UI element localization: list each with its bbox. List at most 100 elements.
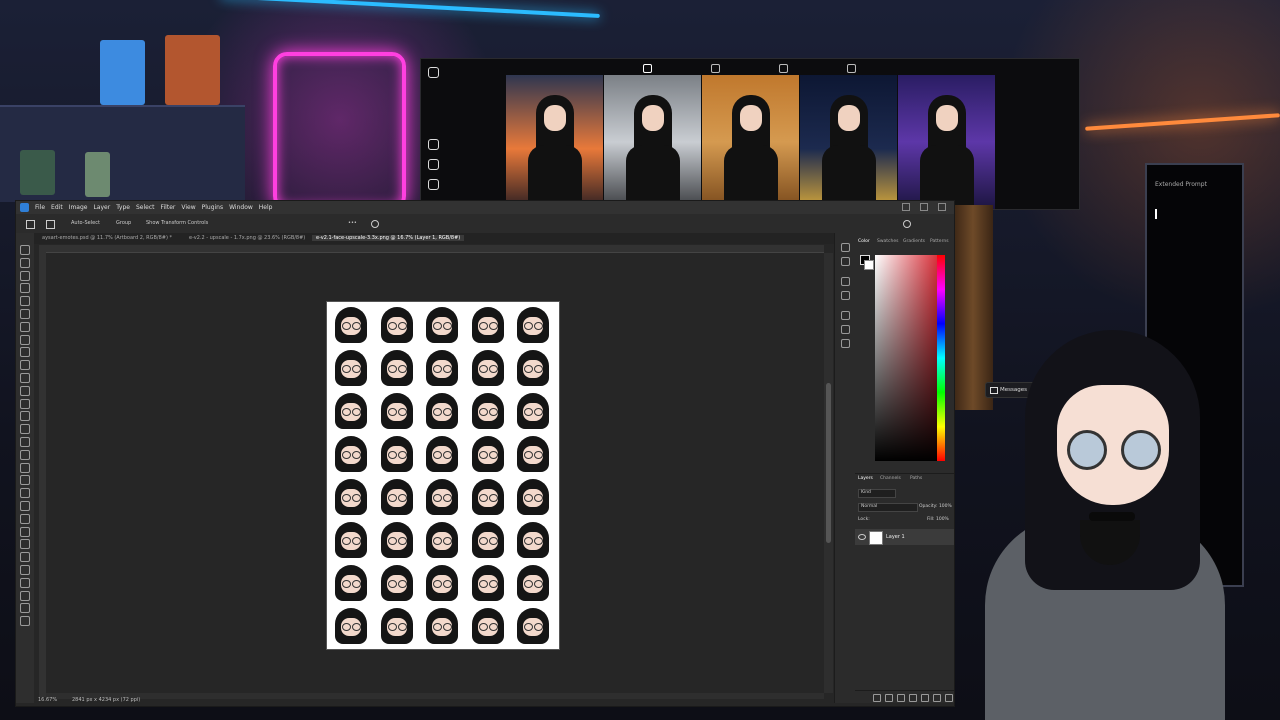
scroll-thumb[interactable] — [826, 383, 831, 543]
tool-icon[interactable] — [20, 552, 30, 563]
tool-icon[interactable] — [20, 309, 30, 319]
document-tab[interactable]: e-v2.2 - upscale - 1.7x.png @ 23.6% (RGB… — [189, 235, 305, 241]
fill-value[interactable]: 100% — [936, 517, 949, 522]
hue-slider[interactable] — [937, 255, 945, 461]
tool-icon[interactable] — [20, 539, 30, 550]
post-thumbnail[interactable] — [702, 75, 799, 209]
tool-icon[interactable] — [20, 424, 30, 435]
tool-icon[interactable] — [20, 590, 30, 601]
post-thumbnail[interactable] — [506, 75, 603, 209]
tool-icon[interactable] — [20, 488, 30, 499]
layer-row[interactable]: Layer 1 — [855, 529, 954, 545]
settings-icon[interactable] — [371, 220, 379, 228]
background-color-swatch[interactable] — [864, 260, 874, 270]
tool-icon[interactable] — [20, 462, 30, 473]
saved-icon[interactable] — [779, 64, 788, 73]
close-icon[interactable] — [938, 203, 946, 211]
tool-icon[interactable] — [20, 398, 30, 409]
menu-plugins[interactable]: Plugins — [202, 204, 224, 211]
tool-icon[interactable] — [20, 501, 30, 511]
menu-image[interactable]: Image — [69, 204, 88, 211]
tab-paths[interactable]: Paths — [910, 476, 922, 481]
vertical-scrollbar[interactable] — [824, 253, 833, 693]
tool-icon[interactable] — [20, 257, 30, 268]
zoom-level[interactable]: 16.67% — [38, 697, 57, 703]
menu-file[interactable]: File — [35, 204, 45, 211]
tab-patterns[interactable]: Patterns — [930, 239, 949, 244]
blend-mode-select[interactable]: Normal — [858, 503, 918, 512]
tool-icon[interactable] — [20, 334, 30, 345]
visibility-eye-icon[interactable] — [858, 534, 866, 540]
menu-edit[interactable]: Edit — [51, 204, 63, 211]
tab-layers[interactable]: Layers — [858, 476, 873, 481]
menu-help[interactable]: Help — [259, 204, 273, 211]
post-thumbnail[interactable] — [604, 75, 701, 209]
color-picker-field[interactable] — [875, 255, 943, 461]
tab-gradients[interactable]: Gradients — [903, 239, 925, 244]
tab-swatches[interactable]: Swatches — [877, 239, 899, 244]
transform-controls-checkbox[interactable]: Show Transform Controls — [146, 220, 208, 226]
emote-sheet-canvas[interactable] — [326, 301, 560, 650]
menu-window[interactable]: Window — [229, 204, 253, 211]
move-tool-icon[interactable] — [46, 220, 55, 229]
layer-kind-filter[interactable]: Kind — [858, 489, 896, 498]
tool-icon[interactable] — [20, 577, 30, 588]
post-thumbnail[interactable] — [800, 75, 897, 209]
adjustment-layer-icon[interactable] — [909, 694, 917, 702]
document-tab[interactable]: aysart-emotes.psd @ 11.7% (Artboard 2, R… — [42, 235, 172, 241]
maximize-icon[interactable] — [920, 203, 928, 211]
minimize-icon[interactable] — [902, 203, 910, 211]
fx-icon[interactable] — [885, 694, 893, 702]
link-layers-icon[interactable] — [873, 694, 881, 702]
character-icon[interactable] — [841, 277, 850, 286]
post-thumbnail[interactable] — [898, 75, 995, 209]
group-icon[interactable] — [921, 694, 929, 702]
menu-filter[interactable]: Filter — [161, 204, 176, 211]
tab-color[interactable]: Color — [858, 239, 870, 244]
tool-icon[interactable] — [20, 347, 30, 358]
reels-icon[interactable] — [428, 159, 439, 170]
opacity-value[interactable]: 100% — [939, 504, 952, 509]
tool-icon[interactable] — [20, 360, 30, 371]
tool-icon[interactable] — [20, 373, 30, 383]
auto-select-checkbox[interactable]: Auto-Select — [71, 220, 100, 226]
history-icon[interactable] — [841, 243, 850, 252]
tool-icon[interactable] — [20, 616, 30, 627]
libraries-icon[interactable] — [841, 325, 850, 334]
tool-icon[interactable] — [20, 513, 30, 524]
brushes-icon[interactable] — [841, 339, 850, 348]
trash-icon[interactable] — [945, 694, 953, 702]
tool-icon[interactable] — [20, 283, 30, 294]
document-tab-active[interactable]: e-v2.1-face-upscale-3.3x.png @ 16.7% (La… — [312, 235, 465, 241]
home-icon[interactable] — [428, 139, 439, 150]
tool-icon[interactable] — [20, 437, 30, 447]
new-layer-icon[interactable] — [933, 694, 941, 702]
tool-icon[interactable] — [20, 321, 30, 332]
menu-type[interactable]: Type — [116, 204, 130, 211]
instagram-icon[interactable] — [428, 67, 439, 78]
mask-icon[interactable] — [897, 694, 905, 702]
tool-icon[interactable] — [20, 603, 30, 614]
paragraph-icon[interactable] — [841, 291, 850, 300]
tool-icon[interactable] — [20, 565, 30, 575]
search-icon[interactable] — [903, 220, 911, 228]
more-options-icon[interactable]: ••• — [348, 220, 357, 226]
tool-icon[interactable] — [20, 411, 30, 422]
tool-icon[interactable] — [20, 449, 30, 460]
grid-icon[interactable] — [643, 64, 652, 73]
tab-channels[interactable]: Channels — [880, 476, 901, 481]
adjustments-icon[interactable] — [841, 311, 850, 320]
tagged-icon[interactable] — [847, 64, 856, 73]
home-icon[interactable] — [26, 220, 35, 229]
menu-view[interactable]: View — [181, 204, 195, 211]
tool-icon[interactable] — [20, 385, 30, 396]
tool-icon[interactable] — [20, 475, 30, 486]
layer-name[interactable]: Layer 1 — [886, 534, 905, 540]
menu-select[interactable]: Select — [136, 204, 155, 211]
reels-icon[interactable] — [711, 64, 720, 73]
tool-icon[interactable] — [20, 526, 30, 537]
canvas-area[interactable] — [46, 253, 824, 693]
tool-icon[interactable] — [20, 270, 30, 281]
group-select[interactable]: Group — [116, 220, 131, 226]
menu-layer[interactable]: Layer — [93, 204, 110, 211]
